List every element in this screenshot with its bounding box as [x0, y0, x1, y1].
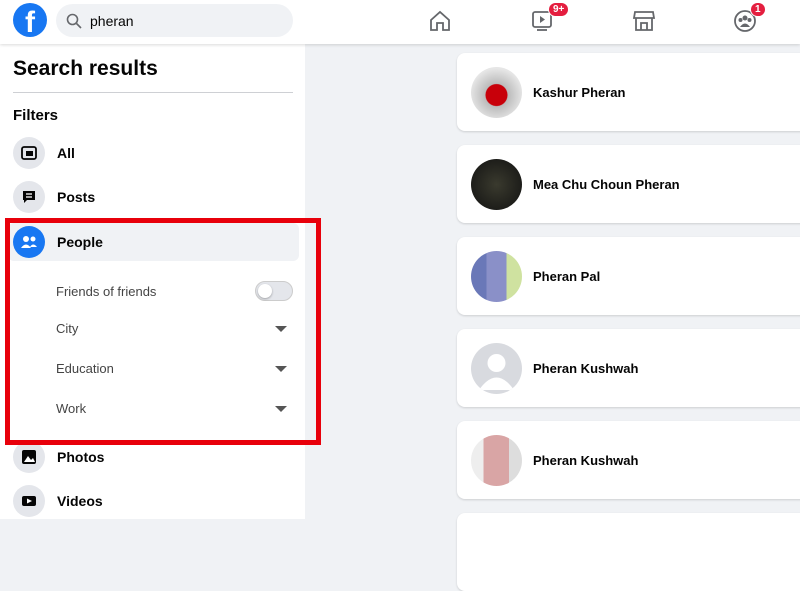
posts-icon	[13, 181, 45, 213]
filter-label: Videos	[57, 493, 103, 509]
result-card[interactable]	[457, 513, 800, 591]
filter-label: Friends of friends	[56, 283, 157, 299]
result-card[interactable]: Pheran Pal	[457, 237, 800, 315]
facebook-logo[interactable]: f	[13, 3, 47, 37]
avatar[interactable]	[471, 342, 522, 394]
watch-badge: 9+	[548, 2, 570, 17]
avatar[interactable]	[471, 66, 522, 118]
nav-marketplace[interactable]	[631, 8, 659, 36]
filter-label: All	[57, 145, 75, 161]
result-card[interactable]: Pheran Kushwah	[457, 329, 800, 407]
caret-down-icon	[275, 405, 287, 412]
filter-label: Posts	[57, 189, 96, 205]
avatar[interactable]	[471, 158, 522, 210]
result-name[interactable]: Pheran Kushwah	[533, 361, 638, 376]
groups-badge: 1	[750, 2, 766, 17]
result-card[interactable]: Kashur Pheran	[457, 53, 800, 131]
filter-label: City	[56, 321, 79, 336]
people-icon	[13, 226, 45, 258]
friends-of-friends-toggle[interactable]	[255, 281, 293, 301]
filter-label: Work	[56, 401, 87, 416]
search-input[interactable]: pheran	[56, 4, 293, 37]
friends-of-friends-filter[interactable]: Friends of friends	[56, 281, 293, 301]
filter-label: People	[57, 234, 103, 250]
result-card[interactable]: Mea Chu Choun Pheran	[457, 145, 800, 223]
photos-icon	[13, 441, 45, 473]
city-filter[interactable]: City	[56, 321, 293, 336]
result-name[interactable]: Mea Chu Choun Pheran	[533, 177, 680, 192]
nav-groups[interactable]: 1	[732, 2, 766, 36]
filter-label: Education	[56, 361, 114, 376]
work-filter[interactable]: Work	[56, 401, 293, 416]
avatar[interactable]	[471, 434, 522, 486]
divider	[13, 92, 293, 93]
filter-people[interactable]: People	[8, 223, 299, 261]
filter-photos[interactable]: Photos	[8, 438, 299, 476]
result-card[interactable]: Pheran Kushwah	[457, 421, 800, 499]
caret-down-icon	[275, 365, 287, 372]
all-icon	[13, 137, 45, 169]
result-name[interactable]: Pheran Pal	[533, 269, 600, 284]
result-name[interactable]: Pheran Kushwah	[533, 453, 638, 468]
nav-watch[interactable]: 9+	[530, 2, 570, 36]
caret-down-icon	[275, 325, 287, 332]
filter-posts[interactable]: Posts	[8, 178, 299, 216]
filter-label: Photos	[57, 449, 105, 465]
search-icon	[66, 13, 82, 29]
marketplace-icon	[632, 11, 656, 31]
page-title: Search results	[13, 57, 158, 80]
filter-videos[interactable]: Videos	[8, 482, 299, 520]
top-bar: f pheran 9+ 1	[0, 0, 800, 44]
result-name[interactable]: Kashur Pheran	[533, 85, 625, 100]
nav-home[interactable]	[427, 8, 455, 36]
videos-icon	[13, 485, 45, 517]
education-filter[interactable]: Education	[56, 361, 293, 376]
search-value: pheran	[90, 12, 134, 29]
avatar[interactable]	[471, 250, 522, 302]
filter-all[interactable]: All	[8, 134, 299, 172]
filters-heading: Filters	[13, 107, 59, 124]
home-icon	[430, 10, 450, 31]
